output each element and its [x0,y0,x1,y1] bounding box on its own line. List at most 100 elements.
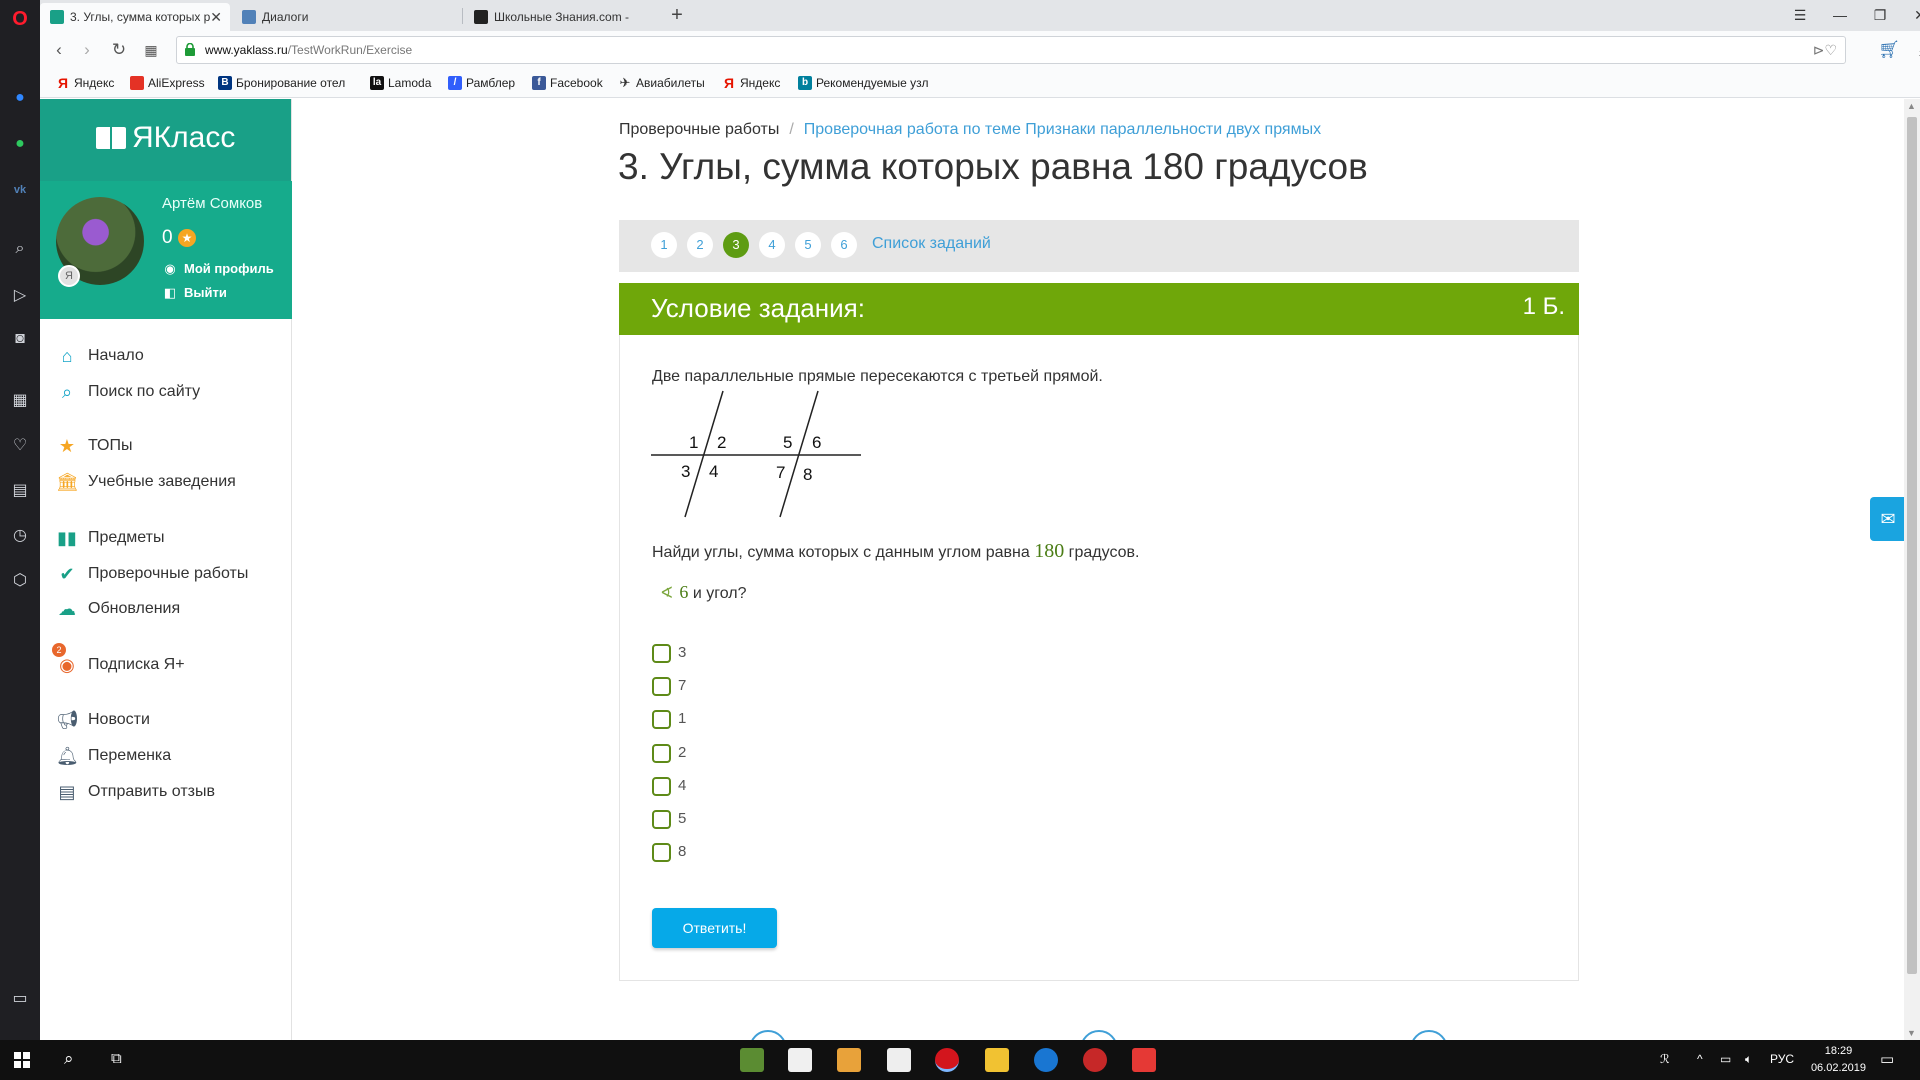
store-icon[interactable] [788,1048,812,1072]
logout-link[interactable]: ◧ Выйти [162,285,227,300]
bookmark-heart-icon[interactable]: ⊳♡ [1813,37,1837,63]
input-language[interactable]: РУС [1770,1052,1794,1066]
speed-dial-icon[interactable]: ▦ [9,390,31,412]
extensions-icon[interactable]: ⬡ [9,570,31,592]
new-tab-button[interactable]: + [665,3,689,27]
sidebar-item-subjects[interactable]: ▮▮ Предметы [56,525,164,551]
yandex-browser-icon[interactable] [1132,1048,1156,1072]
scroll-thumb[interactable] [1907,117,1917,974]
whatsapp-icon[interactable]: ● [9,133,31,155]
sidebar-item-tests[interactable]: ✔ Проверочные работы [56,561,248,587]
answer-option-3[interactable]: 3 [652,642,686,666]
user-name[interactable]: Артём Сомков [162,195,262,212]
checkbox[interactable] [652,810,671,829]
breadcrumb-current[interactable]: Проверочная работа по теме Признаки пара… [804,121,1321,138]
task-view-icon[interactable]: ⧉ [111,1050,122,1067]
media-player-icon[interactable] [837,1048,861,1072]
back-icon[interactable]: ‹ [46,37,72,63]
minecraft-icon[interactable] [740,1048,764,1072]
app-red-icon[interactable] [1083,1048,1107,1072]
news-icon[interactable]: ▤ [9,480,31,502]
sidebar-item-news[interactable]: 📢︎ Новости [56,707,150,733]
sidebar-item-feedback[interactable]: ▤ Отправить отзыв [56,779,215,805]
scroll-up-icon[interactable]: ▲ [1907,101,1916,111]
download-icon[interactable]: ⤓ [1910,37,1920,63]
opera-logo-icon[interactable]: O [9,8,31,30]
bookmark-booking[interactable]: B Бронирование отел [216,73,345,93]
checkbox[interactable] [652,744,671,763]
checkbox[interactable] [652,644,671,663]
tray-expand-icon[interactable]: ^ [1697,1052,1703,1066]
page-5-button[interactable]: 5 [795,232,821,258]
speed-dial-grid-icon[interactable]: ▦ [138,37,164,63]
my-profile-link[interactable]: ◉ Мой профиль [162,261,273,276]
answer-button[interactable]: Ответить! [652,908,777,948]
bookmark-aliexpress[interactable]: AliExpress [128,73,205,93]
page-2-button[interactable]: 2 [687,232,713,258]
send-icon[interactable]: ▷ [9,285,31,307]
sidebar-item-search[interactable]: ⌕ Поиск по сайту [56,379,200,405]
people-icon[interactable]: ℛ [1660,1052,1670,1066]
heart-icon[interactable]: ♡ [9,435,31,457]
close-tab-icon[interactable]: ✕ [210,3,222,31]
bookmark-aviabilety[interactable]: ✈ Авиабилеты [616,73,705,93]
taskbar-search-icon[interactable]: ⌕ [64,1049,74,1069]
camera-icon[interactable]: ◙ [9,328,31,350]
windows-start-icon[interactable] [14,1052,30,1068]
sidebar-toggle-icon[interactable]: ▭ [9,988,31,1010]
messenger-icon[interactable]: ● [9,87,31,109]
tab-znanija[interactable]: Школьные Знания.com - [464,3,694,31]
reload-icon[interactable]: ↻ [106,37,132,63]
scroll-down-icon[interactable]: ▼ [1907,1028,1916,1038]
checkbox[interactable] [652,843,671,862]
bookmark-facebook[interactable]: f Facebook [530,73,603,93]
answer-option-8[interactable]: 8 [652,841,686,865]
search-icon[interactable]: ⌕ [9,238,31,260]
vk-icon[interactable]: vk [9,179,31,201]
page-scrollbar[interactable]: ▲ ▼ [1904,99,1920,1040]
sidebar-item-updates[interactable]: ☁ Обновления [56,596,180,622]
forward-icon[interactable]: › [74,37,100,63]
notifications-icon[interactable]: ▭ [1880,1050,1894,1068]
network-icon[interactable]: ▭ [1720,1052,1731,1066]
answer-option-4[interactable]: 4 [652,775,686,799]
bookmark-yandex[interactable]: Я Яндекс [54,73,114,93]
cart-icon[interactable]: 🛒︎ [1876,37,1902,63]
volume-icon[interactable]: 🔈︎ [1745,1052,1752,1067]
sidebar-item-tops[interactable]: ★ ТОПы [56,433,133,459]
checkbox[interactable] [652,710,671,729]
bookmark-recommended[interactable]: b Рекомендуемые узл [796,73,929,93]
bookmark-lamoda[interactable]: la Lamoda [368,73,431,93]
sidebar-item-home[interactable]: ⌂ Начало [56,343,144,369]
minimize-icon[interactable]: — [1820,0,1860,31]
checkbox[interactable] [652,777,671,796]
answer-option-2[interactable]: 2 [652,742,686,766]
url-input[interactable]: www.yaklass.ru/TestWorkRun/Exercise ⊳♡ [176,36,1846,64]
restore-icon[interactable]: ❐ [1860,0,1900,31]
answer-option-1[interactable]: 1 [652,708,686,732]
clock[interactable]: 18:29 06.02.2019 [1811,1043,1866,1077]
sidebar-item-subscription[interactable]: ◉ Подписка Я+ [56,652,184,678]
bookmark-yandex-2[interactable]: Я Яндекс [720,73,780,93]
explorer-icon[interactable] [985,1048,1009,1072]
sidebar-item-schools[interactable]: 🏛︎ Учебные заведения [56,469,236,495]
breadcrumb-root[interactable]: Проверочные работы [619,121,779,138]
tab-yaklass[interactable]: 3. Углы, сумма которых р ✕ [40,3,230,31]
mail-app-icon[interactable] [887,1048,911,1072]
history-icon[interactable]: ◷ [9,525,31,547]
page-3-button[interactable]: 3 [723,232,749,258]
page-4-button[interactable]: 4 [759,232,785,258]
checkbox[interactable] [652,677,671,696]
tab-menu-icon[interactable]: ☰ [1780,0,1820,31]
opera-taskbar-icon[interactable] [935,1048,959,1072]
bookmark-rambler[interactable]: / Рамблер [446,73,515,93]
sidebar-item-break[interactable]: 🔔︎ Переменка [56,743,171,769]
close-window-icon[interactable]: ✕ [1900,0,1920,31]
page-1-button[interactable]: 1 [651,232,677,258]
tab-dialogs[interactable]: Диалоги [232,3,460,31]
answer-option-7[interactable]: 7 [652,675,686,699]
answer-option-5[interactable]: 5 [652,808,686,832]
page-6-button[interactable]: 6 [831,232,857,258]
mail-icon[interactable]: ✉ [1870,497,1906,541]
edge-icon[interactable] [1034,1048,1058,1072]
